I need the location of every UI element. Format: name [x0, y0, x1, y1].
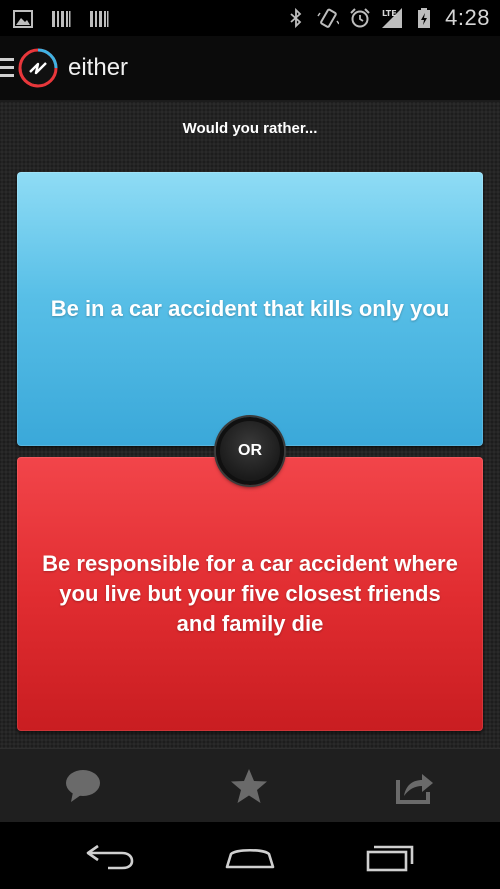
svg-text:LTE: LTE: [382, 9, 397, 18]
option-a-text: Be in a car accident that kills only you: [50, 296, 450, 321]
system-icons: LTE 4:28: [285, 5, 490, 31]
status-bar: LTE 4:28: [0, 0, 500, 36]
image-notification-icon: [13, 10, 33, 28]
bottom-action-bar: [0, 748, 500, 822]
option-a-card[interactable]: Be in a car accident that kills only you: [17, 172, 483, 446]
share-icon[interactable]: [394, 766, 434, 806]
either-logo-icon[interactable]: [17, 47, 59, 89]
hamburger-menu-icon[interactable]: [0, 58, 14, 78]
question-prompt: Would you rather...: [182, 120, 318, 137]
battery-charging-icon: [418, 8, 431, 28]
lte-signal-icon: LTE: [382, 8, 403, 28]
clock-time: 4:28: [445, 5, 490, 30]
alarm-icon: [350, 8, 370, 28]
question-area: Would you rather... Be in a car accident…: [0, 102, 500, 748]
barcode-notification-icon: [90, 11, 109, 27]
home-icon[interactable]: [224, 840, 276, 872]
or-badge: OR: [216, 417, 284, 485]
back-icon[interactable]: [84, 840, 136, 872]
barcode-notification-icon: [52, 11, 71, 27]
bluetooth-icon: [290, 7, 302, 29]
star-icon[interactable]: [229, 766, 269, 806]
vibrate-icon: [317, 8, 340, 28]
navigation-bar: [0, 822, 500, 889]
comment-icon[interactable]: [63, 766, 103, 806]
notification-icons: [12, 8, 110, 30]
option-b-card[interactable]: Be responsible for a car accident where …: [17, 457, 483, 731]
or-label: OR: [238, 442, 262, 459]
option-b-text: Be responsible for a car accident where …: [42, 551, 458, 636]
action-bar: either: [0, 36, 500, 102]
recent-apps-icon[interactable]: [365, 840, 417, 872]
app-title: either: [68, 54, 129, 81]
